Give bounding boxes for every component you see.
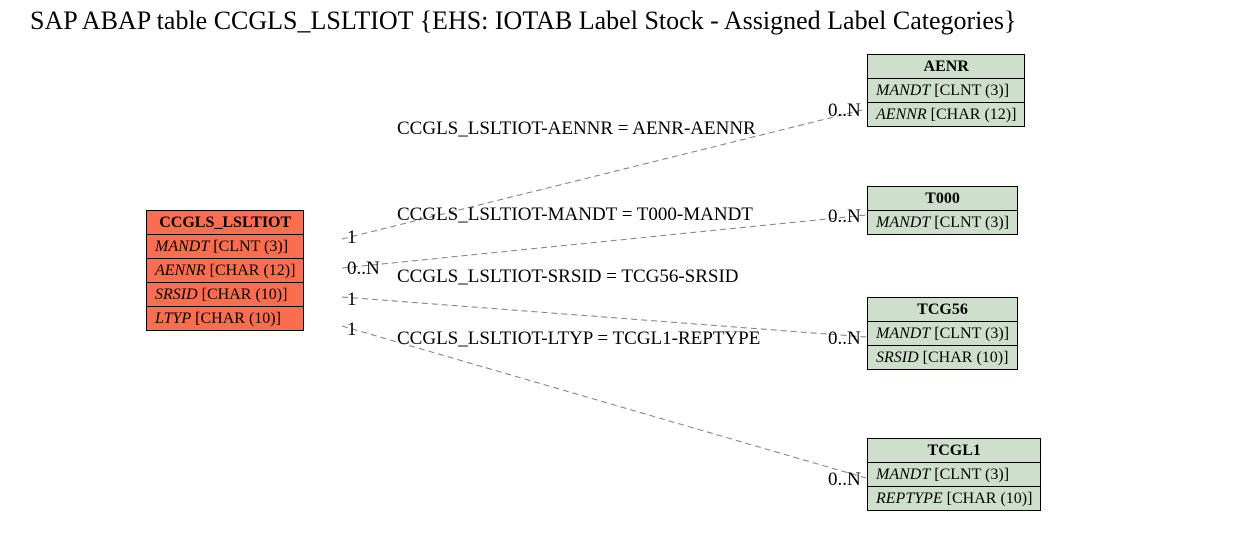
entity-tcgl1-name: TCGL1	[868, 439, 1041, 463]
entity-tcgl1-field: MANDT [CLNT (3)]	[868, 463, 1041, 487]
page-title: SAP ABAP table CCGLS_LSLTIOT {EHS: IOTAB…	[30, 6, 1017, 36]
entity-tcg56-field: MANDT [CLNT (3)]	[868, 322, 1018, 346]
entity-aenr-name: AENR	[868, 55, 1025, 79]
entity-main-field: SRSID [CHAR (10)]	[147, 283, 304, 307]
entity-main-field: MANDT [CLNT (3)]	[147, 235, 304, 259]
entity-main-field: AENNR [CHAR (12)]	[147, 259, 304, 283]
entity-aenr: AENR MANDT [CLNT (3)] AENNR [CHAR (12)]	[867, 54, 1025, 127]
diagram-canvas: { "title": "SAP ABAP table CCGLS_LSLTIOT…	[0, 0, 1251, 549]
relation-label: CCGLS_LSLTIOT-LTYP = TCGL1-REPTYPE	[397, 328, 760, 350]
cardinality-right: 0..N	[828, 469, 861, 491]
relation-label: CCGLS_LSLTIOT-SRSID = TCG56-SRSID	[397, 266, 739, 288]
cardinality-right: 0..N	[828, 100, 861, 122]
entity-tcgl1-field: REPTYPE [CHAR (10)]	[868, 487, 1041, 511]
entity-tcg56-name: TCG56	[868, 298, 1018, 322]
cardinality-right: 0..N	[828, 328, 861, 350]
entity-tcg56-field: SRSID [CHAR (10)]	[868, 346, 1018, 370]
entity-main-name: CCGLS_LSLTIOT	[147, 211, 304, 235]
entity-tcg56: TCG56 MANDT [CLNT (3)] SRSID [CHAR (10)]	[867, 297, 1018, 370]
cardinality-left: 1	[347, 227, 357, 249]
relation-label: CCGLS_LSLTIOT-MANDT = T000-MANDT	[397, 204, 753, 226]
entity-tcgl1: TCGL1 MANDT [CLNT (3)] REPTYPE [CHAR (10…	[867, 438, 1041, 511]
cardinality-left: 1	[347, 289, 357, 311]
entity-aenr-field: AENNR [CHAR (12)]	[868, 103, 1025, 127]
entity-main: CCGLS_LSLTIOT MANDT [CLNT (3)] AENNR [CH…	[146, 210, 304, 331]
entity-t000: T000 MANDT [CLNT (3)]	[867, 186, 1018, 235]
cardinality-left: 0..N	[347, 258, 380, 280]
entity-t000-name: T000	[868, 187, 1018, 211]
entity-aenr-field: MANDT [CLNT (3)]	[868, 79, 1025, 103]
cardinality-left: 1	[347, 319, 357, 341]
cardinality-right: 0..N	[828, 206, 861, 228]
entity-t000-field: MANDT [CLNT (3)]	[868, 211, 1018, 235]
relation-label: CCGLS_LSLTIOT-AENNR = AENR-AENNR	[397, 118, 756, 140]
entity-main-field: LTYP [CHAR (10)]	[147, 307, 304, 331]
